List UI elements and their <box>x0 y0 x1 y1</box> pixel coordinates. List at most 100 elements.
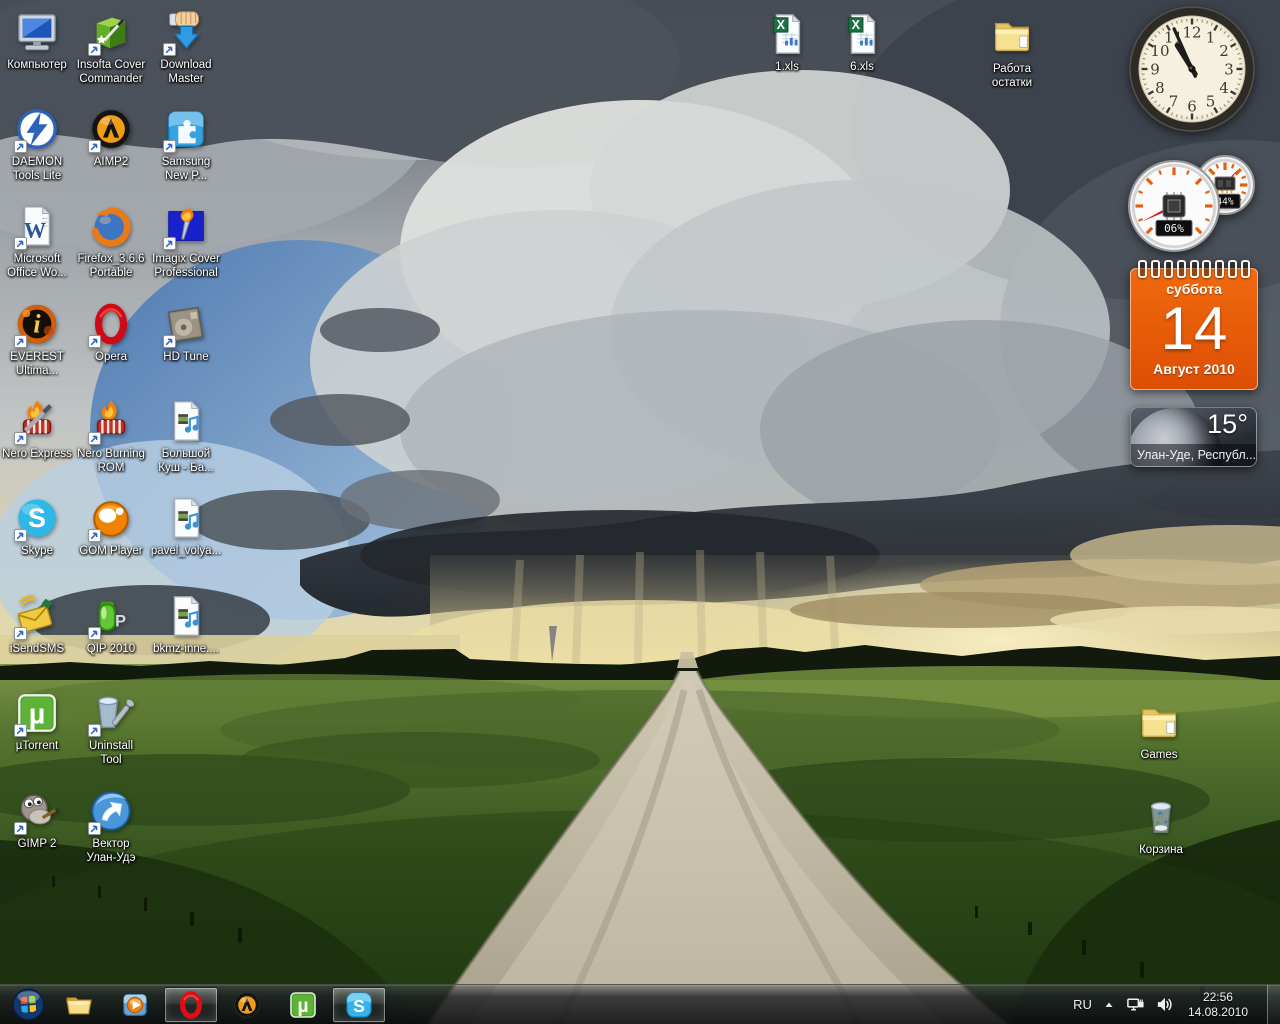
svg-text:12: 12 <box>1182 24 1201 42</box>
svg-text:7: 7 <box>1169 93 1179 111</box>
show-desktop-button[interactable] <box>1267 984 1280 1024</box>
language-indicator[interactable]: RU <box>1073 997 1092 1012</box>
excel-file-icon: X <box>838 10 886 58</box>
shortcut-arrow-icon <box>88 822 101 835</box>
weather-temperature: 15° <box>1207 409 1248 439</box>
desktop-icon-label: GIMP 2 <box>17 838 57 850</box>
desktop-icon-label: Вектор Улан-Удэ <box>86 838 136 864</box>
taskbar-button-opera[interactable] <box>164 986 218 1023</box>
recycle-bin-icon <box>1137 793 1185 841</box>
shortcut-arrow-icon <box>88 43 101 56</box>
desktop-icon-korzina[interactable]: Корзина <box>1116 793 1206 858</box>
hdtune-icon <box>162 300 210 348</box>
analog-clock-face: 12 1234567891011 <box>1129 6 1255 132</box>
skype-icon: S <box>13 494 61 542</box>
skype-task-icon: S <box>346 991 372 1018</box>
speaker-icon <box>1157 997 1172 1012</box>
desktop-icon-file-6xls[interactable]: X 6.xls <box>817 10 907 75</box>
nero-express-icon <box>13 397 61 445</box>
desktop-icon-vektor-ulan-ude[interactable]: Вектор Улан-Удэ <box>66 787 156 865</box>
desktop-icon-pavel-volya[interactable]: pavel_volya... <box>141 494 231 559</box>
desktop-icon-bkmz[interactable]: bkmz-inne.... <box>141 592 231 657</box>
svg-text:06%: 06% <box>1164 222 1184 235</box>
desktop-icon-label: Opera <box>95 351 127 363</box>
desktop-icon-uninstall-tool[interactable]: Uninstall Tool <box>66 689 156 767</box>
desktop-icon-label: 1.xls <box>775 61 799 73</box>
desktop-icon-samsung-new-pc-studio[interactable]: Samsung New P... <box>141 105 231 183</box>
cpu-meter-gadget[interactable]: 44% 06% <box>1124 150 1264 258</box>
desktop-icon-label: Nero Express <box>2 448 72 460</box>
firefox-icon <box>87 202 135 250</box>
volume-tray-icon[interactable] <box>1155 995 1174 1014</box>
desktop-icon-rabota-ostatki[interactable]: Работа остатки <box>967 12 1057 90</box>
samsung-icon <box>162 105 210 153</box>
opera-icon <box>87 300 135 348</box>
taskbar-button-explorer[interactable] <box>52 987 106 1023</box>
taskbar-button-media-player[interactable] <box>108 987 162 1023</box>
desktop-icon-label: Большой Куш - Ба... <box>158 448 214 474</box>
svg-text:8: 8 <box>1155 79 1165 97</box>
desktop-icon-label: Корзина <box>1139 844 1183 856</box>
desktop-icon-label: Games <box>1140 749 1178 761</box>
imagix-icon <box>162 202 210 250</box>
desktop-icon-label: Microsoft Office Wo... <box>7 253 67 279</box>
desktop-icon-label: EVEREST Ultima... <box>10 351 64 377</box>
svg-text:9: 9 <box>1150 61 1160 79</box>
qip-icon: P <box>87 592 135 640</box>
desktop-icon-label: Insofta Cover Commander <box>76 59 146 85</box>
desktop-icon-label: pavel_volya... <box>150 545 222 557</box>
shortcut-arrow-icon <box>88 140 101 153</box>
svg-text:6: 6 <box>1187 98 1197 116</box>
desktop-icon-download-master[interactable]: Download Master <box>141 8 231 86</box>
chevron-up-icon <box>1105 1002 1113 1007</box>
shortcut-arrow-icon <box>163 43 176 56</box>
desktop-icon-imagix-cover-professional[interactable]: Imagix Cover Professional <box>141 202 231 280</box>
desktop-icon-label: Skype <box>21 545 53 557</box>
svg-text:S: S <box>353 995 365 1015</box>
desktop-icon-games[interactable]: Games <box>1114 698 1204 763</box>
desktop-icon-label: Nero Burning ROM <box>77 448 145 474</box>
shortcut-arrow-icon <box>14 724 27 737</box>
calendar-gadget[interactable]: суббота 14 Август 2010 <box>1130 260 1258 390</box>
taskbar-button-skype[interactable]: S <box>332 986 386 1023</box>
windows-start-icon <box>12 988 44 1021</box>
start-button[interactable] <box>5 985 51 1024</box>
tray-clock[interactable]: 22:56 14.08.2010 <box>1184 990 1252 1020</box>
cpu-ram-gauges: 44%06% <box>1128 155 1255 252</box>
desktop-icon-label: GOM Player <box>79 545 143 557</box>
desktop-icon-label: Компьютер <box>7 59 67 71</box>
excel-file-icon: X <box>763 10 811 58</box>
show-hidden-icons-button[interactable] <box>1102 998 1116 1012</box>
tray-date: 14.08.2010 <box>1187 1004 1248 1019</box>
shortcut-arrow-icon <box>88 529 101 542</box>
shortcut-arrow-icon <box>14 529 27 542</box>
media-file-icon <box>162 397 210 445</box>
shortcut-arrow-icon <box>88 627 101 640</box>
weather-location: Улан-Уде, Республ... <box>1131 444 1256 466</box>
desktop-icon-hd-tune[interactable]: HD Tune <box>141 300 231 365</box>
calendar-month-year: Август 2010 <box>1153 361 1235 377</box>
clock-gadget[interactable]: 12 1 2 3 4 5 6 7 8 9 10 11 <box>1128 5 1256 133</box>
shortcut-arrow-icon <box>163 140 176 153</box>
shortcut-arrow-icon <box>14 627 27 640</box>
network-icon <box>1127 998 1144 1011</box>
gom-icon <box>87 494 135 542</box>
system-tray: RU 22:56 14.08.2010 <box>1073 984 1280 1024</box>
svg-text:4: 4 <box>1219 79 1229 97</box>
taskbar-button-aimp[interactable] <box>220 987 274 1023</box>
weather-gadget[interactable]: 15° Улан-Уде, Республ... <box>1130 407 1257 467</box>
network-tray-icon[interactable] <box>1126 995 1145 1014</box>
shortcut-arrow-icon <box>14 432 27 445</box>
aimp-icon <box>87 105 135 153</box>
taskbar-button-utorrent[interactable]: µ <box>276 987 330 1023</box>
svg-text:1: 1 <box>1206 28 1216 46</box>
desktop-icon-label: Download Master <box>160 59 212 85</box>
desktop-icon-bolshoy-kush[interactable]: Большой Куш - Ба... <box>141 397 231 475</box>
desktop-icon-label: Firefox_3.6.6 Portable <box>77 253 145 279</box>
shortcut-arrow-icon <box>14 237 27 250</box>
svg-text:i: i <box>33 310 41 339</box>
aimp-task-icon <box>234 991 260 1018</box>
svg-text:5: 5 <box>1206 93 1216 111</box>
desktop-icon-label: Imagix Cover Professional <box>152 253 220 279</box>
vector-map-icon <box>87 787 135 835</box>
